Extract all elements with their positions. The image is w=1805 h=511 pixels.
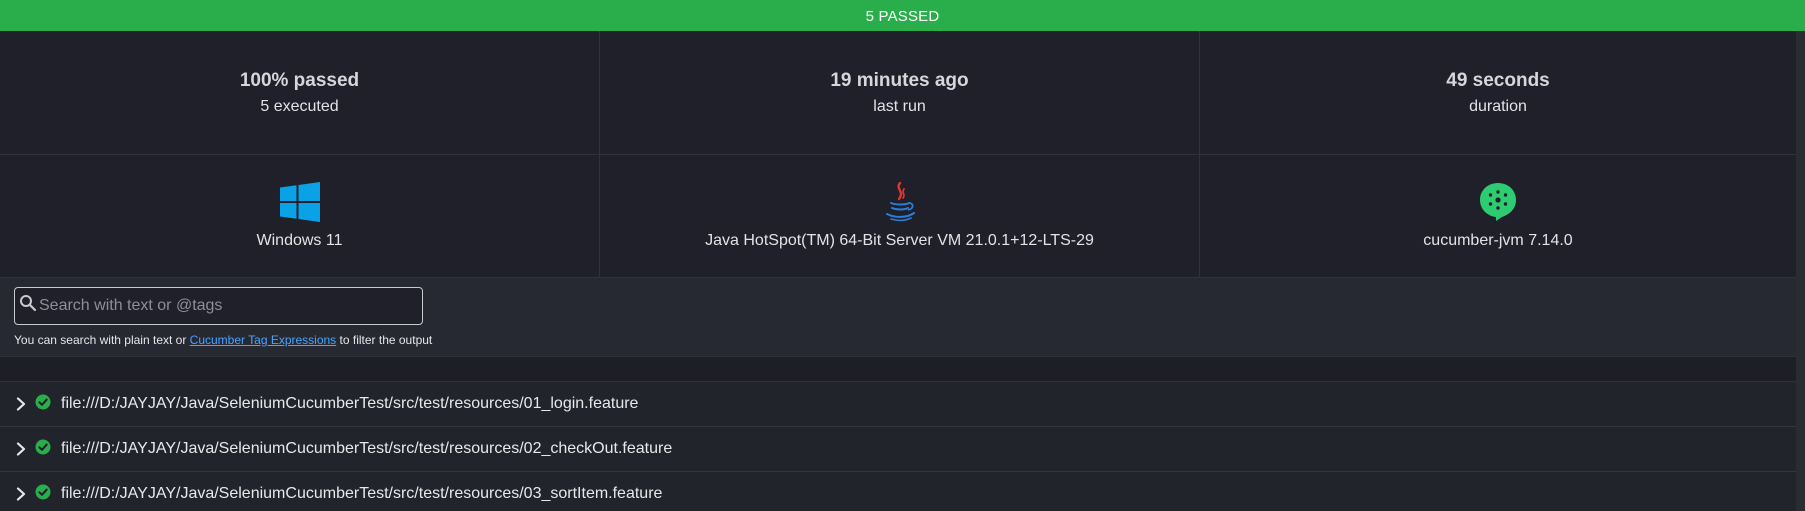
env-implementation: cucumber-jvm 7.14.0 [1200,155,1796,277]
feature-row[interactable]: file:///D:/JAYJAY/Java/SeleniumCucumberT… [0,382,1796,427]
stat-last-run-value: 19 minutes ago [830,69,969,91]
env-os-label: Windows 11 [256,232,343,249]
passed-check-icon [35,394,51,415]
passed-check-icon [35,484,51,505]
env-runtime: Java HotSpot(TM) 64-Bit Server VM 21.0.1… [600,155,1199,277]
feature-list: file:///D:/JAYJAY/Java/SeleniumCucumberT… [0,381,1796,511]
tag-expressions-link[interactable]: Cucumber Tag Expressions [190,333,337,347]
feature-row[interactable]: file:///D:/JAYJAY/Java/SeleniumCucumberT… [0,427,1796,472]
scrollbar[interactable] [1796,31,1805,511]
stat-duration-value: 49 seconds [1446,69,1550,91]
feature-name: file:///D:/JAYJAY/Java/SeleniumCucumberT… [61,440,673,457]
windows-logo-icon [279,182,320,222]
passed-check-icon [35,439,51,460]
chevron-right-icon[interactable] [15,442,27,456]
search-hint: You can search with plain text or Cucumb… [14,333,432,347]
env-runtime-label: Java HotSpot(TM) 64-Bit Server VM 21.0.1… [705,232,1094,249]
stat-last-run: 19 minutes ago last run [600,31,1199,154]
stat-passed-label: 5 executed [260,97,339,115]
stat-passed: 100% passed 5 executed [0,31,599,154]
env-os: Windows 11 [0,155,599,277]
feature-name: file:///D:/JAYJAY/Java/SeleniumCucumberT… [61,485,663,502]
search-hint-prefix: You can search with plain text or [14,333,190,347]
chevron-right-icon[interactable] [15,487,27,501]
search-hint-suffix: to filter the output [336,333,433,347]
feature-row[interactable]: file:///D:/JAYJAY/Java/SeleniumCucumberT… [0,472,1796,511]
summary-panel: 100% passed 5 executed 19 minutes ago la… [0,31,1796,277]
status-banner: 5 PASSED [0,0,1805,31]
chevron-right-icon[interactable] [15,397,27,411]
search-icon [19,294,37,317]
java-logo-icon [883,181,917,222]
search-box[interactable] [14,287,423,325]
stat-duration-label: duration [1469,97,1527,115]
stat-last-run-label: last run [873,97,926,115]
env-implementation-label: cucumber-jvm 7.14.0 [1423,232,1573,249]
stat-passed-value: 100% passed [239,69,360,91]
search-input[interactable] [39,288,419,323]
search-panel: You can search with plain text or Cucumb… [0,277,1796,357]
feature-name: file:///D:/JAYJAY/Java/SeleniumCucumberT… [61,395,639,412]
cucumber-logo-icon [1479,182,1517,222]
stat-duration: 49 seconds duration [1200,31,1796,154]
